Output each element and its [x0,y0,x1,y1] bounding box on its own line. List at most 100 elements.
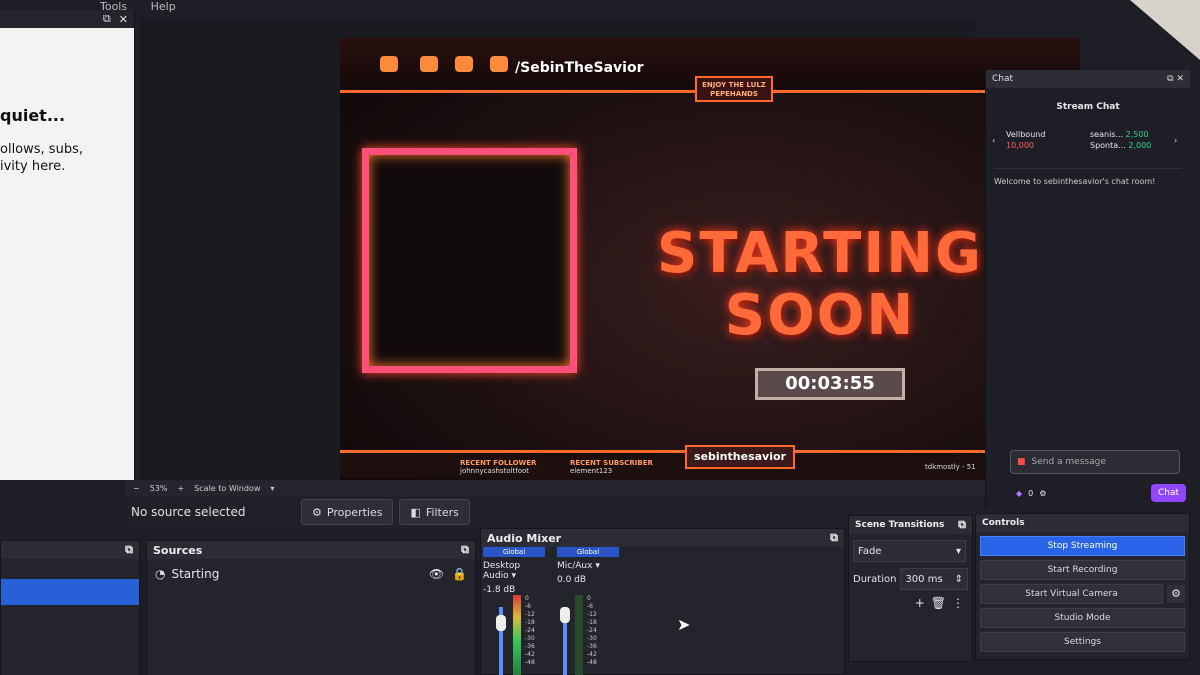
duration-label: Duration [853,573,897,585]
tick: -30 [525,635,535,642]
start-virtual-camera-button[interactable]: Start Virtual Camera [980,584,1163,604]
scenes-dock: ⧉ [0,540,140,675]
source-item-label: Starting [171,567,220,581]
stepper-icon[interactable]: ⇕ [955,574,963,585]
chevron-down-icon[interactable]: ▾ [595,561,600,571]
volume-knob[interactable] [560,607,570,623]
recent-donation: tdkmostly - 51 [925,463,976,471]
channel-points-count: 0 [1028,488,1034,498]
scale-mode-select[interactable]: Scale to Window [194,484,260,493]
tick: -30 [587,635,597,642]
leader-name[interactable]: Vellbound [1006,129,1086,140]
float-icon[interactable]: ⧉ [830,531,838,545]
chat-dock-titlebar: Chat ⧉ ✕ [986,70,1190,88]
activity-feed: quiet... ollows, subs, ivity here. [0,28,134,480]
emote-icon [420,56,438,72]
tick: -48 [525,659,535,666]
stream-chat-title: Stream Chat [1056,102,1120,112]
start-recording-button[interactable]: Start Recording [980,560,1185,580]
leader-name[interactable]: Sponta... [1090,141,1126,150]
recent-follower: RECENT FOLLOWER johnnycashstoltfoot [460,459,536,475]
close-icon[interactable]: ✕ [119,13,128,26]
channel-level: -1.8 dB [483,585,516,595]
chat-welcome-message: Welcome to sebinthesavior's chat room! [994,168,1182,186]
gear-icon: ⚙ [312,505,322,519]
chevron-down-icon[interactable]: ▾ [511,571,516,581]
recent-follower-title: RECENT FOLLOWER [460,459,537,467]
close-icon[interactable]: ✕ [1176,74,1184,84]
float-icon[interactable]: ⧉ [461,543,469,557]
duration-input[interactable]: 300 ms ⇕ [900,568,968,590]
audio-mixer-dock: Audio Mixer ⧉ Global Desktop Audio ▾ -1.… [480,528,845,675]
recent-subscriber: RECENT SUBSCRIBER element123 [570,459,653,475]
tick: -24 [587,627,597,634]
lock-icon[interactable]: 🔒 [452,567,467,581]
controls-dock: Controls Stop Streaming Start Recording … [975,513,1190,660]
scene-transitions-dock: Scene Transitions ⧉ Fade ▾ Duration 300 … [848,515,973,662]
tick: -18 [587,619,597,626]
stop-streaming-button[interactable]: Stop Streaming [980,536,1185,556]
chat-footer: ◆ 0 ⚙ Chat [1016,484,1186,502]
activity-text-line1: ollows, subs, [0,142,83,157]
add-icon[interactable]: + [915,596,925,610]
eye-icon[interactable]: 👁 [429,567,444,581]
volume-knob[interactable] [496,615,506,631]
trash-icon[interactable]: 🗑 [931,596,946,610]
starting-soon-text: STARTING SOON [630,223,1010,347]
recent-subscriber-title: RECENT SUBSCRIBER [570,459,653,467]
chevron-down-icon: ▾ [955,545,961,557]
obs-window: Tools Help ⧉ ✕ quiet... ollows, subs, iv… [0,0,1200,675]
chevron-down-icon[interactable]: ▾ [270,484,274,493]
tick: -48 [587,659,597,666]
menu-item-help[interactable]: Help [151,0,176,13]
scene-preview[interactable]: /SebinTheSavior ENJOY THE LULZ PEPEHANDS… [340,38,1080,488]
audio-mixer-header: Audio Mixer ⧉ [481,529,844,547]
meter-ticks: 0 -6 -12 -18 -24 -30 -36 -42 -48 [525,595,535,667]
source-item[interactable]: ◔ Starting 👁 🔒 [147,559,475,589]
gear-icon[interactable]: ⚙ [1167,585,1185,603]
activity-heading: quiet... [0,106,66,125]
float-icon[interactable]: ⧉ [958,518,966,532]
float-icon[interactable]: ⧉ [1167,74,1173,84]
activity-text-line2: ivity here. [0,159,66,174]
chat-send-button[interactable]: Chat [1150,484,1186,502]
filters-button[interactable]: ◧ Filters [399,499,470,525]
duration-value: 300 ms [905,573,943,585]
tick: -36 [587,643,597,650]
leader-name[interactable]: seanis... [1090,130,1123,139]
scene-item-selected[interactable] [1,579,139,605]
chat-message-input[interactable]: ■ Send a message [1010,450,1180,474]
emote-icon [490,56,508,72]
filters-label: Filters [425,505,459,519]
more-icon[interactable]: ⋮ [952,596,964,610]
transition-select[interactable]: Fade ▾ [853,540,966,562]
transitions-title: Scene Transitions [855,520,945,530]
transition-selected: Fade [858,545,882,557]
zoom-in-icon[interactable]: + [177,484,184,493]
tick: -6 [525,603,531,610]
filter-icon: ◧ [410,505,421,519]
channel-name[interactable]: Mic/Aux [557,561,592,571]
banner-line1: ENJOY THE LULZ [702,81,766,89]
float-icon[interactable]: ⧉ [125,543,133,557]
controls-title: Controls [982,518,1025,528]
zoom-out-icon[interactable]: − [133,484,140,493]
dock-controls: ⧉ ✕ [1167,74,1184,84]
menu-bar: Tools Help [0,0,300,13]
studio-mode-button[interactable]: Studio Mode [980,608,1185,628]
leader-col-2: seanis... 2,500 Sponta... 2,000 [1090,129,1170,151]
settings-icon[interactable]: ⚙ [1039,489,1046,498]
chat-dock-title: Chat [992,74,1014,84]
channel-points-icon[interactable]: ◆ [1016,489,1022,498]
properties-button[interactable]: ⚙ Properties [301,499,394,525]
emote-icon [455,56,473,72]
settings-button[interactable]: Settings [980,632,1185,652]
banner-line2: PEPEHANDS [710,90,758,98]
no-source-label: No source selected [131,505,246,519]
leader-amount: 2,500 [1125,130,1149,139]
preview-area[interactable]: /SebinTheSavior ENJOY THE LULZ PEPEHANDS… [140,18,1080,488]
chevron-left-icon[interactable]: ‹ [992,136,1002,145]
recent-subscriber-name: element123 [570,467,613,475]
chevron-right-icon[interactable]: › [1174,136,1184,145]
float-icon[interactable]: ⧉ [103,12,111,26]
